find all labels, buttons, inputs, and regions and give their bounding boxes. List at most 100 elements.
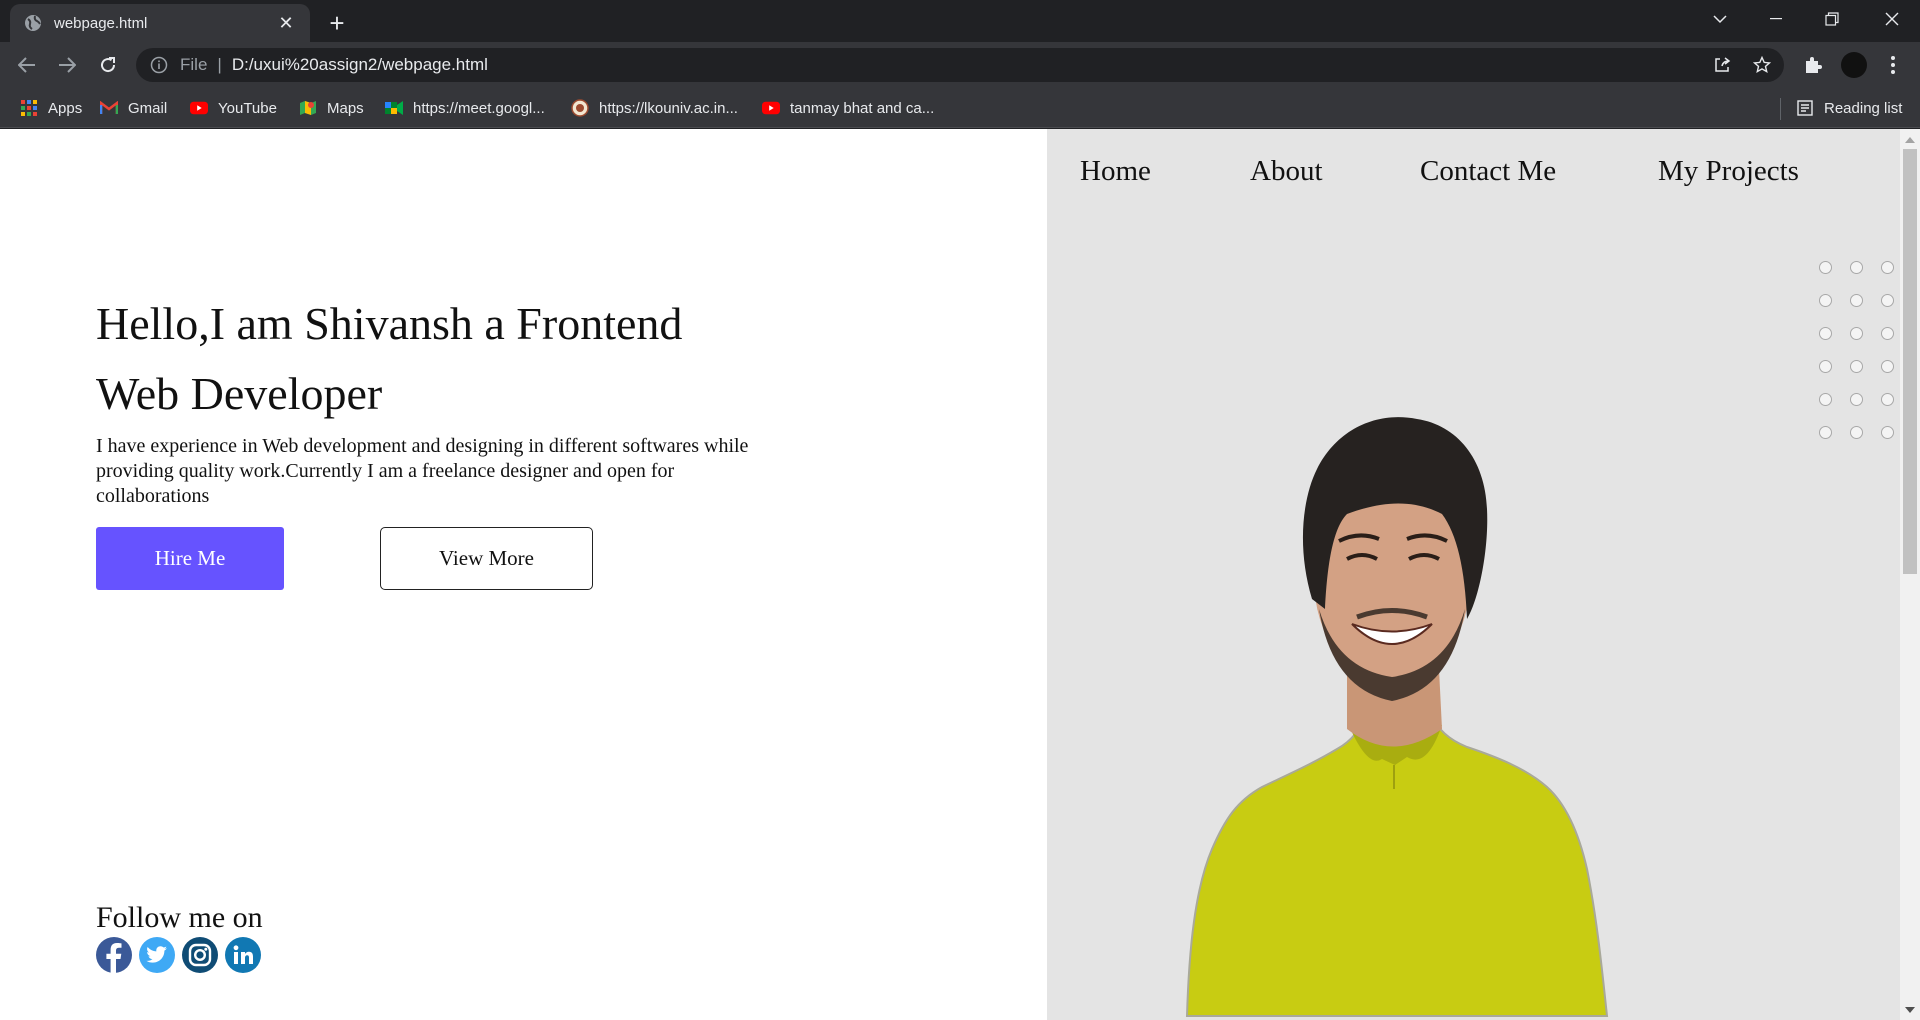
close-tab-icon[interactable]: ✕ <box>276 13 296 33</box>
reading-list-button[interactable]: Reading list <box>1796 97 1902 119</box>
scroll-up-arrow-icon[interactable] <box>1900 131 1920 148</box>
scrollbar-thumb[interactable] <box>1903 149 1917 574</box>
decorative-dot <box>1819 327 1832 340</box>
decorative-dot <box>1881 294 1894 307</box>
restore-button[interactable] <box>1804 0 1860 38</box>
bookmark-label: Maps <box>327 99 364 117</box>
globe-icon <box>25 15 41 31</box>
bookmark-label: Apps <box>48 99 83 117</box>
close-icon <box>1885 12 1899 26</box>
minimize-button[interactable] <box>1748 0 1804 38</box>
meet-icon <box>385 99 403 117</box>
reload-button[interactable] <box>92 49 124 81</box>
decorative-dot <box>1819 426 1832 439</box>
decorative-dot <box>1850 393 1863 406</box>
nav-contact[interactable]: Contact Me <box>1420 155 1556 188</box>
intro-text: I have experience in Web development and… <box>96 435 749 507</box>
bookmark-star-button[interactable] <box>1744 48 1780 82</box>
decorative-dot <box>1881 327 1894 340</box>
star-icon <box>1753 56 1771 74</box>
chevron-down-icon <box>1713 14 1727 23</box>
browser-toolbar: File | D:/uxui%20assign2/webpage.html <box>0 42 1920 88</box>
profile-photo <box>1185 417 1609 1017</box>
close-window-button[interactable] <box>1864 0 1920 38</box>
nav-projects[interactable]: My Projects <box>1658 155 1799 188</box>
view-more-button[interactable]: View More <box>380 527 593 590</box>
bookmark-apps[interactable]: Apps <box>20 97 82 119</box>
bookmark-meet[interactable]: https://meet.googl... <box>385 97 545 119</box>
decorative-dot <box>1819 294 1832 307</box>
url-text[interactable]: D:/uxui%20assign2/webpage.html <box>232 55 488 75</box>
decorative-dot <box>1881 393 1894 406</box>
bookmark-label: Gmail <box>128 99 168 117</box>
social-links <box>96 937 261 973</box>
nav-home[interactable]: Home <box>1080 155 1151 188</box>
twitter-icon[interactable] <box>139 937 175 973</box>
url-scheme: File <box>180 55 208 74</box>
reading-list-label: Reading list <box>1824 99 1903 117</box>
back-button[interactable] <box>11 49 43 81</box>
url-separator: | <box>217 55 222 74</box>
decorative-dot <box>1881 261 1894 274</box>
youtube-icon <box>762 99 780 117</box>
reading-list-icon <box>1796 99 1814 117</box>
browser-tab[interactable]: webpage.html ✕ <box>10 4 310 42</box>
scroll-down-arrow-icon[interactable] <box>1900 1001 1920 1018</box>
bookmark-gmail[interactable]: Gmail <box>100 97 167 119</box>
decorative-dot <box>1881 360 1894 373</box>
youtube-icon <box>190 99 208 117</box>
gmail-icon <box>100 99 118 117</box>
apps-grid-icon <box>20 99 38 117</box>
decorative-dot <box>1850 360 1863 373</box>
hero-section: Hello,I am Shivansh a Frontend Web Devel… <box>0 129 1047 1020</box>
tab-strip: webpage.html ✕ + <box>0 0 1920 42</box>
university-seal-icon <box>571 99 589 117</box>
share-button[interactable] <box>1704 48 1740 82</box>
facebook-icon[interactable] <box>96 937 132 973</box>
bookmarks-bar: Apps Gmail YouTube Maps https://meet.goo… <box>0 88 1920 128</box>
arrow-right-icon <box>59 57 76 73</box>
new-tab-button[interactable]: + <box>322 8 352 38</box>
page-viewport: Hello,I am Shivansh a Frontend Web Devel… <box>0 129 1920 1020</box>
bookmarks-divider <box>1780 98 1781 120</box>
nav-about[interactable]: About <box>1250 155 1323 188</box>
forward-button[interactable] <box>51 49 83 81</box>
hire-me-button[interactable]: Hire Me <box>96 527 284 590</box>
more-vertical-icon <box>1891 56 1895 74</box>
puzzle-icon <box>1806 57 1822 73</box>
arrow-left-icon <box>18 57 35 73</box>
bookmark-label: YouTube <box>218 99 277 117</box>
bookmark-tanmay[interactable]: tanmay bhat and ca... <box>762 97 934 119</box>
decorative-dot <box>1850 261 1863 274</box>
page-title: Hello,I am Shivansh a Frontend Web Devel… <box>96 298 683 419</box>
reload-icon <box>101 57 116 73</box>
bookmark-label: https://lkouniv.ac.in... <box>599 99 738 117</box>
decorative-dot <box>1819 261 1832 274</box>
decorative-dot <box>1819 360 1832 373</box>
restore-icon <box>1825 12 1839 26</box>
minimize-icon <box>1770 18 1782 20</box>
menu-button[interactable] <box>1877 49 1909 81</box>
hero-visual: Home About Contact Me My Projects <box>1047 129 1900 1020</box>
share-icon <box>1715 57 1731 72</box>
bookmark-label: tanmay bhat and ca... <box>790 99 935 117</box>
instagram-icon[interactable] <box>182 937 218 973</box>
extensions-button[interactable] <box>1797 49 1829 81</box>
bookmark-lkouniv[interactable]: https://lkouniv.ac.in... <box>571 97 738 119</box>
bookmark-youtube[interactable]: YouTube <box>190 97 277 119</box>
tab-title: webpage.html <box>54 14 148 32</box>
bookmark-maps[interactable]: Maps <box>299 97 364 119</box>
decorative-dot <box>1881 426 1894 439</box>
linkedin-icon[interactable] <box>225 937 261 973</box>
bookmark-label: https://meet.googl... <box>413 99 545 117</box>
address-bar[interactable]: File | D:/uxui%20assign2/webpage.html <box>136 48 1784 82</box>
profile-button[interactable] <box>1838 49 1870 81</box>
decorative-dot <box>1850 294 1863 307</box>
info-icon[interactable] <box>150 56 168 74</box>
page-scrollbar[interactable] <box>1900 129 1920 1020</box>
avatar <box>1841 52 1867 78</box>
follow-heading: Follow me on <box>96 901 263 934</box>
tab-search-button[interactable] <box>1692 0 1748 38</box>
decorative-dot <box>1850 327 1863 340</box>
maps-icon <box>299 99 317 117</box>
